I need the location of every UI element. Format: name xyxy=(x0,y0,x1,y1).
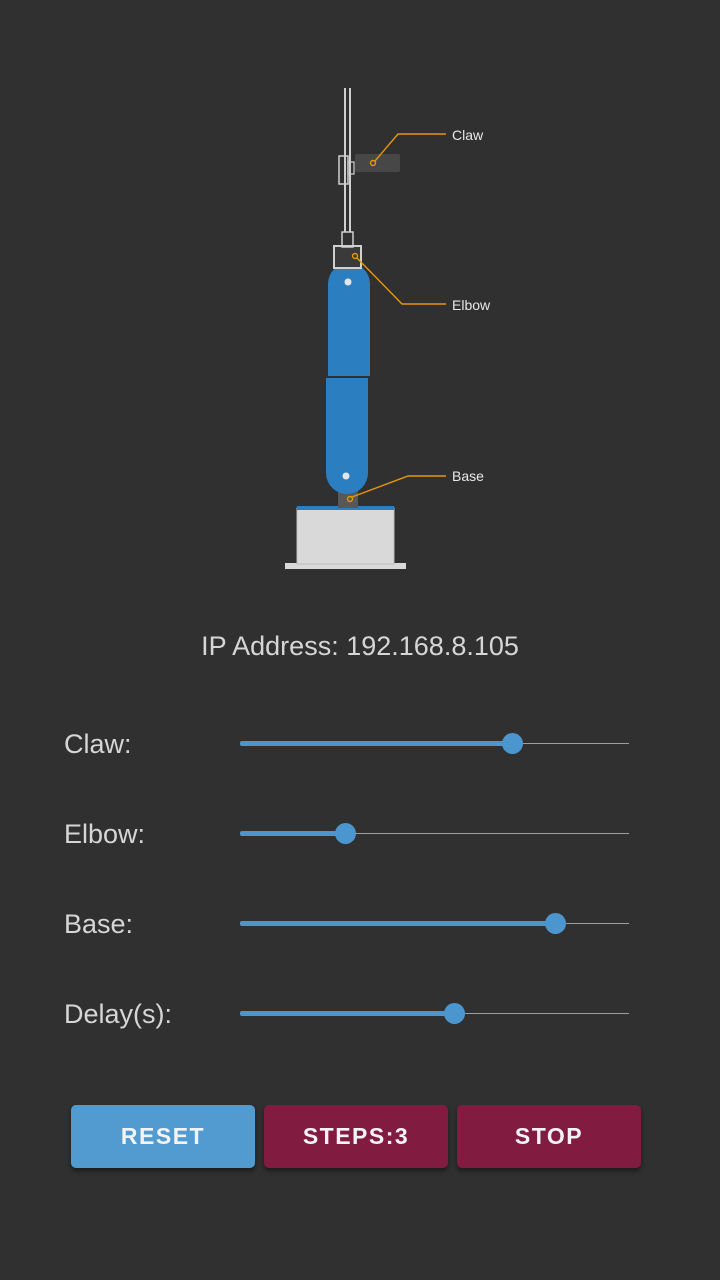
claw-slider[interactable] xyxy=(240,714,629,774)
base-slider-fill xyxy=(240,921,556,926)
ip-address-label: IP Address: xyxy=(201,631,339,661)
claw-slider-fill xyxy=(240,741,513,746)
delay-slider-fill xyxy=(240,1011,454,1016)
elbow-slider-fill xyxy=(240,831,346,836)
arm-pivot-top xyxy=(344,278,352,286)
delay-label: Delay(s): xyxy=(64,999,173,1029)
arm-base-pedestal xyxy=(285,506,406,569)
base-callout-label: Base xyxy=(452,468,484,484)
base-slider-thumb[interactable] xyxy=(545,913,567,934)
base-slider[interactable] xyxy=(240,894,629,954)
control-row-delay: Delay(s): xyxy=(0,984,720,1044)
elbow-callout-label: Elbow xyxy=(452,297,491,313)
base-label: Base: xyxy=(64,909,134,939)
claw-assembly xyxy=(338,88,400,232)
elbow-bracket xyxy=(333,231,362,269)
control-row-elbow: Elbow: xyxy=(0,804,720,864)
steps-button[interactable]: STEPS:3 xyxy=(264,1105,448,1168)
claw-label: Claw: xyxy=(64,729,132,759)
arm-pivot-bottom xyxy=(342,472,350,480)
elbow-label: Elbow: xyxy=(64,819,146,849)
elbow-slider-thumb[interactable] xyxy=(335,823,357,844)
robot-arm-diagram: Claw Elbow Base xyxy=(285,88,491,569)
reset-button[interactable]: RESET xyxy=(71,1105,255,1168)
claw-slider-thumb[interactable] xyxy=(502,733,524,754)
control-row-claw: Claw: xyxy=(0,714,720,774)
delay-slider[interactable] xyxy=(240,984,629,1044)
ip-address-readout: IP Address: 192.168.8.105 xyxy=(0,626,720,666)
control-row-base: Base: xyxy=(0,894,720,954)
stop-button[interactable]: STOP xyxy=(457,1105,641,1168)
claw-callout-label: Claw xyxy=(452,127,484,143)
delay-slider-thumb[interactable] xyxy=(443,1003,465,1024)
ip-address-value: 192.168.8.105 xyxy=(346,631,519,661)
elbow-slider[interactable] xyxy=(240,804,629,864)
